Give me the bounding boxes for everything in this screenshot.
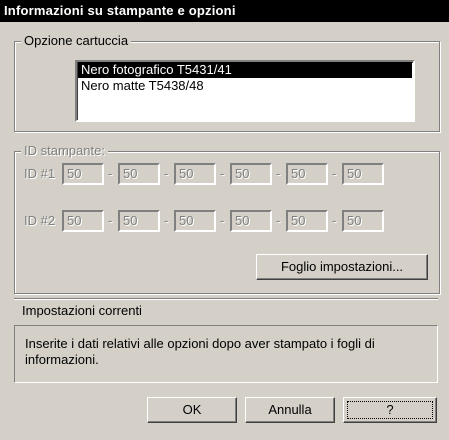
id1-field-6[interactable]: 50 xyxy=(342,163,384,185)
id1-label: ID #1 xyxy=(24,166,56,181)
id1-dash-5: - xyxy=(332,166,337,181)
id2-dash-3: - xyxy=(220,213,225,228)
id2-field-4[interactable]: 50 xyxy=(230,210,272,232)
id2-dash-2: - xyxy=(164,213,169,228)
id1-field-1[interactable]: 50 xyxy=(62,163,104,185)
id2-dash-5: - xyxy=(332,213,337,228)
current-settings-info: Inserite i dati relativi alle opzioni do… xyxy=(14,325,438,383)
id2-field-2[interactable]: 50 xyxy=(118,210,160,232)
id2-field-6[interactable]: 50 xyxy=(342,210,384,232)
id1-field-3[interactable]: 50 xyxy=(174,163,216,185)
cartridge-option-photo-black[interactable]: Nero fotografico T5431/41 xyxy=(78,62,412,78)
id1-field-5[interactable]: 50 xyxy=(286,163,328,185)
cartridge-option-matte-black[interactable]: Nero matte T5438/48 xyxy=(78,78,412,94)
id1-field-4[interactable]: 50 xyxy=(230,163,272,185)
cartridge-option-group: Opzione cartuccia Nero fotografico T5431… xyxy=(14,33,440,132)
id2-field-3[interactable]: 50 xyxy=(174,210,216,232)
window-title: Informazioni su stampante e opzioni xyxy=(0,0,449,22)
cartridge-listbox[interactable]: Nero fotografico T5431/41 Nero matte T54… xyxy=(75,60,415,122)
section-divider xyxy=(14,298,438,300)
id1-dash-2: - xyxy=(164,166,169,181)
printer-id-title: ID stampante: xyxy=(21,143,108,159)
current-settings-text: Inserite i dati relativi alle opzioni do… xyxy=(25,336,375,367)
id2-field-1[interactable]: 50 xyxy=(62,210,104,232)
id2-label: ID #2 xyxy=(24,213,56,228)
id1-dash-3: - xyxy=(220,166,225,181)
cartridge-option-title: Opzione cartuccia xyxy=(21,33,132,49)
ok-button[interactable]: OK xyxy=(147,397,237,423)
id1-dash-1: - xyxy=(108,166,113,181)
id2-dash-4: - xyxy=(276,213,281,228)
cancel-button[interactable]: Annulla xyxy=(245,397,335,423)
current-settings-label: Impostazioni correnti xyxy=(22,303,142,318)
settings-sheet-button[interactable]: Foglio impostazioni... xyxy=(256,254,428,280)
id2-dash-1: - xyxy=(108,213,113,228)
id1-field-2[interactable]: 50 xyxy=(118,163,160,185)
id1-dash-4: - xyxy=(276,166,281,181)
id2-field-5[interactable]: 50 xyxy=(286,210,328,232)
help-button[interactable]: ? xyxy=(343,397,437,423)
